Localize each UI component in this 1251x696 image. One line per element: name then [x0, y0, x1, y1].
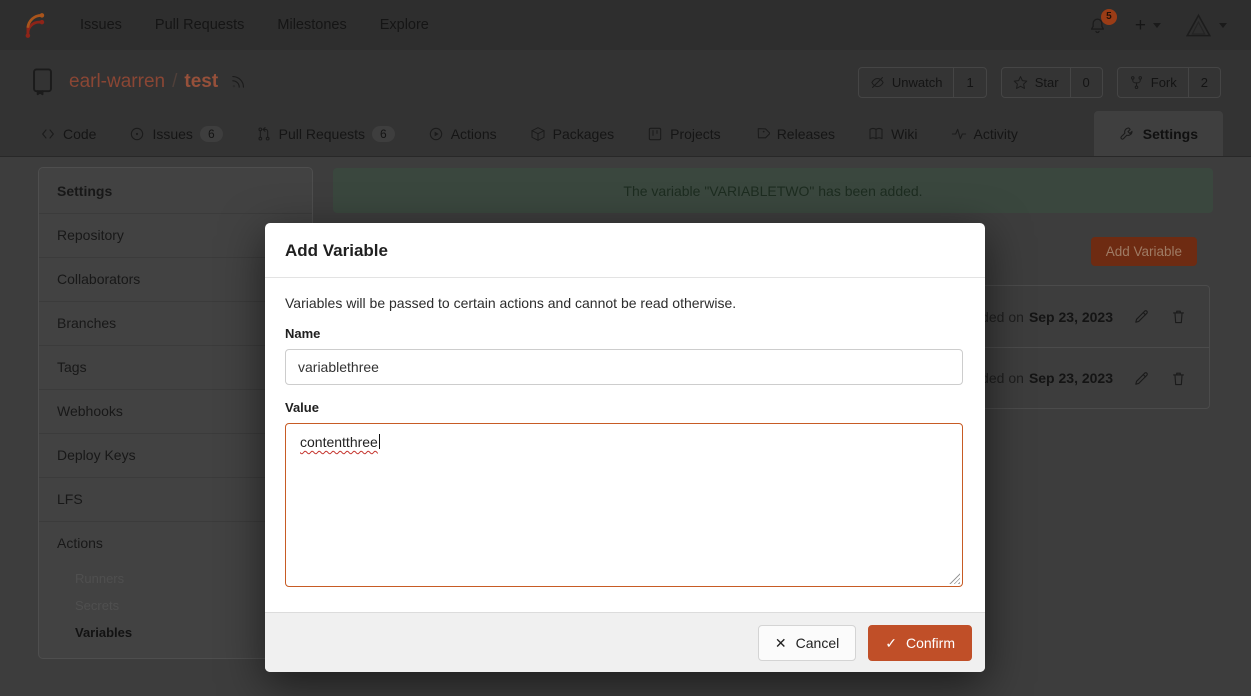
activity-icon — [951, 126, 967, 142]
package-icon — [530, 126, 546, 142]
unwatch-button[interactable]: Unwatch 1 — [858, 67, 987, 98]
name-input[interactable] — [285, 349, 963, 385]
pull-request-icon — [256, 126, 272, 142]
chevron-down-icon — [1219, 23, 1227, 28]
avatar — [1185, 12, 1212, 39]
fork-icon — [1129, 75, 1144, 90]
pencil-icon[interactable] — [1133, 370, 1150, 387]
code-icon — [40, 126, 56, 142]
nav-item-explore[interactable]: Explore — [380, 17, 429, 33]
confirm-button[interactable]: ✓ Confirm — [868, 625, 972, 661]
repo-owner-link[interactable]: earl-warren — [69, 71, 165, 93]
value-text: contentthree — [300, 434, 378, 450]
pull-requests-count-badge: 6 — [372, 126, 395, 142]
tab-actions[interactable]: Actions — [428, 126, 497, 142]
resize-handle[interactable] — [949, 573, 960, 584]
add-variable-modal: Add Variable Variables will be passed to… — [265, 223, 985, 672]
book-icon — [868, 126, 884, 142]
tab-settings[interactable]: Settings — [1094, 111, 1223, 156]
rss-icon[interactable] — [230, 73, 247, 90]
trash-icon[interactable] — [1170, 370, 1187, 387]
flash-success-banner: The variable "VARIABLETWO" has been adde… — [333, 168, 1213, 213]
tab-projects[interactable]: Projects — [647, 126, 721, 142]
user-menu-dropdown[interactable] — [1185, 12, 1227, 39]
issues-count-badge: 6 — [200, 126, 223, 142]
play-circle-icon — [428, 126, 444, 142]
top-navbar: Issues Pull Requests Milestones Explore … — [0, 0, 1251, 50]
nav-links: Issues Pull Requests Milestones Explore — [80, 17, 429, 33]
tab-code[interactable]: Code — [40, 126, 96, 142]
repo-header-region: earl-warren / test Unwatch 1 — [0, 50, 1251, 157]
value-textarea[interactable]: contentthree — [285, 423, 963, 587]
repo-tab-bar: Code Issues 6 Pull Requests 6 Actions — [40, 111, 1018, 156]
tab-releases[interactable]: Releases — [754, 126, 835, 142]
sidebar-title: Settings — [39, 170, 312, 213]
wrench-icon — [1119, 126, 1135, 142]
fork-button[interactable]: Fork 2 — [1117, 67, 1221, 98]
tag-icon — [754, 126, 770, 142]
chevron-down-icon — [1153, 23, 1161, 28]
value-label: Value — [285, 400, 965, 415]
star-button[interactable]: Star 0 — [1001, 67, 1103, 98]
trash-icon[interactable] — [1170, 308, 1187, 325]
nav-item-issues[interactable]: Issues — [80, 17, 122, 33]
close-icon: ✕ — [775, 636, 787, 650]
watch-count[interactable]: 1 — [953, 68, 985, 97]
nav-item-milestones[interactable]: Milestones — [277, 17, 346, 33]
modal-title: Add Variable — [265, 223, 985, 278]
tab-activity[interactable]: Activity — [951, 126, 1018, 142]
check-icon: ✓ — [885, 636, 897, 650]
name-label: Name — [285, 326, 965, 341]
tab-pull-requests[interactable]: Pull Requests 6 — [256, 126, 395, 142]
star-icon — [1013, 75, 1028, 90]
repository-icon — [28, 67, 57, 96]
plus-icon: + — [1135, 16, 1146, 35]
breadcrumb: earl-warren / test — [69, 71, 218, 93]
star-count[interactable]: 0 — [1070, 68, 1102, 97]
cancel-button[interactable]: ✕ Cancel — [758, 625, 856, 661]
tab-packages[interactable]: Packages — [530, 126, 614, 142]
tab-wiki[interactable]: Wiki — [868, 126, 917, 142]
notification-count-badge: 5 — [1101, 9, 1117, 25]
text-cursor — [379, 434, 381, 449]
modal-description: Variables will be passed to certain acti… — [285, 295, 965, 311]
issue-icon — [129, 126, 145, 142]
project-board-icon — [647, 126, 663, 142]
tab-issues[interactable]: Issues 6 — [129, 126, 222, 142]
repo-action-buttons: Unwatch 1 Star 0 Fork 2 — [858, 67, 1221, 98]
forgejo-logo-icon[interactable] — [20, 12, 47, 39]
create-new-dropdown[interactable]: + — [1135, 16, 1161, 35]
repo-name-link[interactable]: test — [184, 71, 218, 93]
add-variable-button[interactable]: Add Variable — [1091, 237, 1197, 266]
eye-off-icon — [870, 75, 885, 90]
breadcrumb-separator: / — [172, 71, 177, 93]
notifications-button[interactable]: 5 — [1088, 16, 1111, 35]
modal-footer: ✕ Cancel ✓ Confirm — [265, 612, 985, 672]
fork-count[interactable]: 2 — [1188, 68, 1220, 97]
pencil-icon[interactable] — [1133, 308, 1150, 325]
nav-item-pull-requests[interactable]: Pull Requests — [155, 17, 244, 33]
